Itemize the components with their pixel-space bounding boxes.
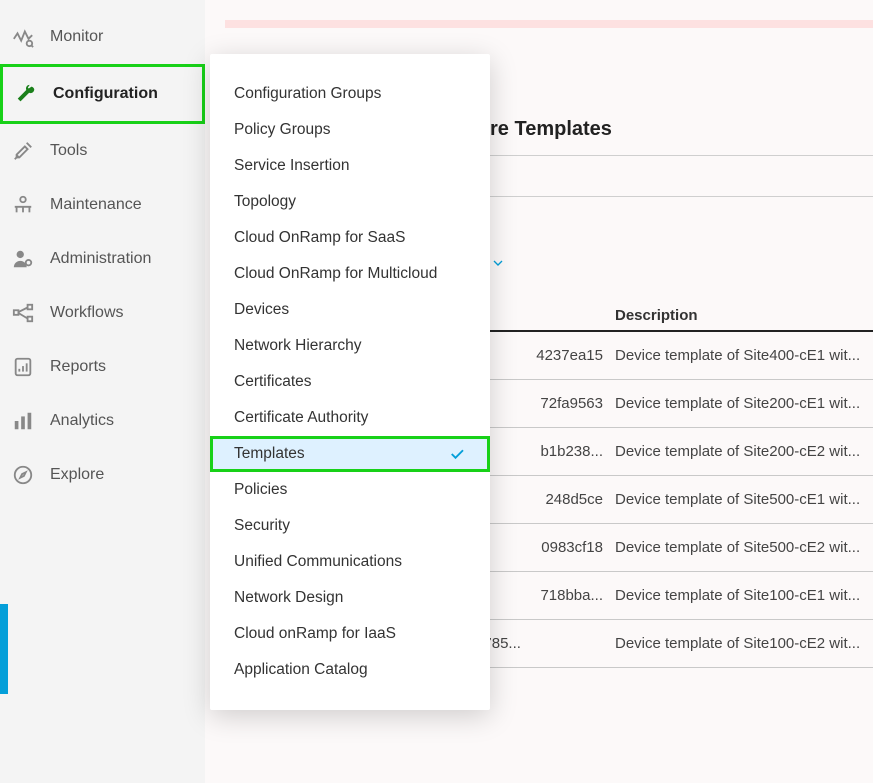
dropdown-item-certificate-authority[interactable]: Certificate Authority (210, 400, 490, 436)
sidebar-item-configuration[interactable]: Configuration (0, 64, 205, 124)
dropdown-item-templates[interactable]: Templates (210, 436, 490, 472)
dropdown-item-configuration-groups[interactable]: Configuration Groups (210, 76, 490, 112)
analytics-icon (12, 410, 38, 432)
row-desc: Device template of Site500-cE2 wit... (615, 539, 873, 556)
sidebar-item-explore[interactable]: Explore (0, 448, 205, 502)
row-desc: Device template of Site400-cE1 wit... (615, 347, 873, 364)
row-desc: Device template of Site100-cE1 wit... (615, 587, 873, 604)
section-title: re Templates (490, 118, 873, 141)
sidebar-label: Administration (50, 250, 151, 268)
dropdown-label: Security (234, 517, 290, 535)
reports-icon (12, 356, 38, 378)
dropdown-label: Certificate Authority (234, 409, 368, 427)
sidebar-label: Tools (50, 142, 87, 160)
alert-banner-strip (225, 20, 873, 28)
left-accent-strip (0, 604, 8, 694)
sidebar-item-monitor[interactable]: Monitor (0, 10, 205, 64)
dropdown-label: Unified Communications (234, 553, 402, 571)
dropdown-label: Devices (234, 301, 289, 319)
maintenance-icon (12, 194, 38, 216)
dropdown-label: Network Design (234, 589, 343, 607)
workflows-icon (12, 302, 38, 324)
dropdown-label: Configuration Groups (234, 85, 381, 103)
sidebar-label: Maintenance (50, 196, 142, 214)
check-icon (448, 445, 466, 463)
dropdown-label: Templates (234, 445, 305, 463)
dropdown-item-policies[interactable]: Policies (210, 472, 490, 508)
sidebar-label: Analytics (50, 412, 114, 430)
section-divider (490, 155, 873, 197)
dropdown-label: Certificates (234, 373, 312, 391)
dropdown-label: Cloud OnRamp for SaaS (234, 229, 405, 247)
sidebar-label: Workflows (50, 304, 124, 322)
row-desc: Device template of Site200-cE2 wit... (615, 443, 873, 460)
sidebar-item-maintenance[interactable]: Maintenance (0, 178, 205, 232)
col-header-description[interactable]: Description (615, 307, 873, 324)
row-desc: Device template of Site500-cE1 wit... (615, 491, 873, 508)
sidebar-item-workflows[interactable]: Workflows (0, 286, 205, 340)
dropdown-label: Policy Groups (234, 121, 330, 139)
dropdown-item-certificates[interactable]: Certificates (210, 364, 490, 400)
sidebar-label: Explore (50, 466, 104, 484)
dropdown-label: Cloud OnRamp for Multicloud (234, 265, 437, 283)
row-desc: Device template of Site100-cE2 wit... (615, 635, 873, 652)
row-desc: Device template of Site200-cE1 wit... (615, 395, 873, 412)
dropdown-item-network-design[interactable]: Network Design (210, 580, 490, 616)
dropdown-item-network-hierarchy[interactable]: Network Hierarchy (210, 328, 490, 364)
sidebar-label: Reports (50, 358, 106, 376)
dropdown-item-unified-communications[interactable]: Unified Communications (210, 544, 490, 580)
dropdown-item-cloud-onramp-iaas[interactable]: Cloud onRamp for IaaS (210, 616, 490, 652)
dropdown-label: Cloud onRamp for IaaS (234, 625, 396, 643)
dropdown-label: Policies (234, 481, 287, 499)
sidebar-label: Configuration (53, 85, 158, 103)
wrench-icon (15, 83, 41, 105)
dropdown-item-application-catalog[interactable]: Application Catalog (210, 652, 490, 688)
dropdown-label: Service Insertion (234, 157, 349, 175)
sidebar-label: Monitor (50, 28, 103, 46)
chevron-down-icon (490, 255, 506, 271)
dropdown-item-service-insertion[interactable]: Service Insertion (210, 148, 490, 184)
dropdown-item-devices[interactable]: Devices (210, 292, 490, 328)
tools-icon (12, 140, 38, 162)
sidebar-item-reports[interactable]: Reports (0, 340, 205, 394)
admin-icon (12, 248, 38, 270)
dropdown-item-policy-groups[interactable]: Policy Groups (210, 112, 490, 148)
compass-icon (12, 464, 38, 486)
dropdown-item-cloud-onramp-saas[interactable]: Cloud OnRamp for SaaS (210, 220, 490, 256)
dropdown-label: Network Hierarchy (234, 337, 361, 355)
sidebar-item-tools[interactable]: Tools (0, 124, 205, 178)
dropdown-label: Application Catalog (234, 661, 368, 679)
monitor-icon (12, 26, 38, 48)
configuration-dropdown: Configuration Groups Policy Groups Servi… (210, 54, 490, 710)
sidebar-item-administration[interactable]: Administration (0, 232, 205, 286)
sidebar-item-analytics[interactable]: Analytics (0, 394, 205, 448)
dropdown-item-security[interactable]: Security (210, 508, 490, 544)
dropdown-item-topology[interactable]: Topology (210, 184, 490, 220)
breadcrumb-collapse[interactable] (490, 255, 873, 271)
dropdown-item-cloud-onramp-multicloud[interactable]: Cloud OnRamp for Multicloud (210, 256, 490, 292)
sidebar: Monitor Configuration Tools Maintenance (0, 0, 205, 783)
dropdown-label: Topology (234, 193, 296, 211)
